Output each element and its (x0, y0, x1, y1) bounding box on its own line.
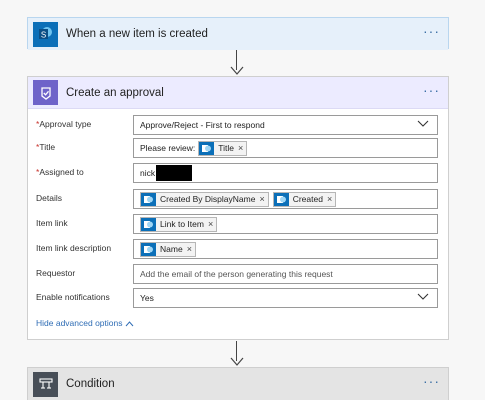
details-row: Details Created By DisplayName × Created… (36, 189, 438, 209)
sharepoint-icon: S (33, 21, 58, 47)
approval-type-row: *Approval type Approve/Reject - First to… (36, 115, 438, 135)
assigned-to-row: *Assigned to nick (36, 163, 438, 183)
approval-type-label: *Approval type (36, 119, 92, 129)
approval-more-icon[interactable]: ··· (423, 83, 440, 97)
sharepoint-icon (199, 141, 215, 155)
sharepoint-icon (141, 192, 156, 206)
enable-notifications-label: Enable notifications (36, 292, 110, 302)
remove-token-icon[interactable]: × (187, 244, 192, 254)
requestor-row: Requestor Add the email of the person ge… (36, 264, 438, 284)
condition-more-icon[interactable]: ··· (423, 374, 440, 388)
enable-notifications-value: Yes (140, 293, 154, 303)
remove-token-icon[interactable]: × (327, 194, 332, 204)
condition-title: Condition (66, 378, 115, 390)
remove-token-icon[interactable]: × (259, 194, 264, 204)
title-label: *Title (36, 142, 56, 152)
sharepoint-icon (141, 217, 156, 231)
chevron-down-icon (417, 120, 429, 127)
trigger-more-icon[interactable]: ··· (423, 24, 440, 38)
create-approval-card[interactable]: Create an approval ··· *Approval type Ap… (27, 76, 449, 340)
trigger-card[interactable]: S When a new item is created ··· (27, 17, 449, 50)
sharepoint-icon (273, 192, 289, 206)
approval-type-dropdown[interactable]: Approve/Reject - First to respond (133, 115, 438, 135)
hide-advanced-options-link[interactable]: Hide advanced options (36, 318, 134, 328)
requestor-input[interactable]: Add the email of the person generating t… (133, 264, 438, 284)
chevron-down-icon (417, 293, 429, 300)
condition-icon (33, 371, 58, 397)
details-label: Details (36, 193, 62, 203)
remove-token-icon[interactable]: × (238, 143, 243, 153)
approval-header[interactable]: Create an approval ··· (28, 77, 448, 109)
item-link-token[interactable]: Link to Item × (140, 216, 218, 232)
item-link-description-field[interactable]: Name × (133, 239, 438, 259)
chevron-up-icon (126, 320, 134, 326)
assigned-to-field[interactable]: nick (133, 163, 438, 183)
item-link-field[interactable]: Link to Item × (133, 214, 438, 234)
redacted-block (156, 165, 193, 181)
item-link-description-row: Item link description Name × (36, 239, 438, 259)
approval-type-value: Approve/Reject - First to respond (140, 120, 265, 130)
flow-arrow-1 (230, 50, 244, 76)
trigger-title: When a new item is created (66, 28, 208, 40)
requestor-placeholder: Add the email of the person generating t… (140, 269, 333, 279)
title-row: *Title Please review: Title × (36, 138, 438, 158)
details-token-created[interactable]: Created × (272, 191, 337, 207)
item-link-description-label: Item link description (36, 243, 112, 253)
svg-text:S: S (40, 31, 45, 40)
enable-notifications-dropdown[interactable]: Yes (133, 288, 438, 308)
item-link-label: Item link (36, 218, 68, 228)
details-token-created-by[interactable]: Created By DisplayName × (140, 191, 269, 207)
title-prefix-text: Please review: (140, 143, 196, 153)
assigned-to-value: nick (140, 168, 156, 178)
flow-arrow-2 (230, 341, 244, 367)
item-link-row: Item link Link to Item × (36, 214, 438, 234)
condition-header[interactable]: Condition ··· (28, 368, 448, 400)
trigger-header[interactable]: S When a new item is created ··· (28, 18, 448, 50)
item-link-description-token[interactable]: Name × (140, 241, 196, 257)
sharepoint-icon (141, 242, 156, 256)
enable-notifications-row: Enable notifications Yes (36, 288, 438, 308)
remove-token-icon[interactable]: × (208, 219, 213, 229)
requestor-label: Requestor (36, 268, 76, 278)
title-field[interactable]: Please review: Title × (133, 138, 438, 158)
title-token[interactable]: Title × (198, 140, 248, 156)
details-field[interactable]: Created By DisplayName × Created × (133, 189, 438, 209)
assigned-to-label: *Assigned to (36, 167, 84, 177)
approval-icon (33, 80, 58, 105)
approval-title: Create an approval (66, 86, 164, 99)
condition-card[interactable]: Condition ··· (27, 367, 449, 400)
